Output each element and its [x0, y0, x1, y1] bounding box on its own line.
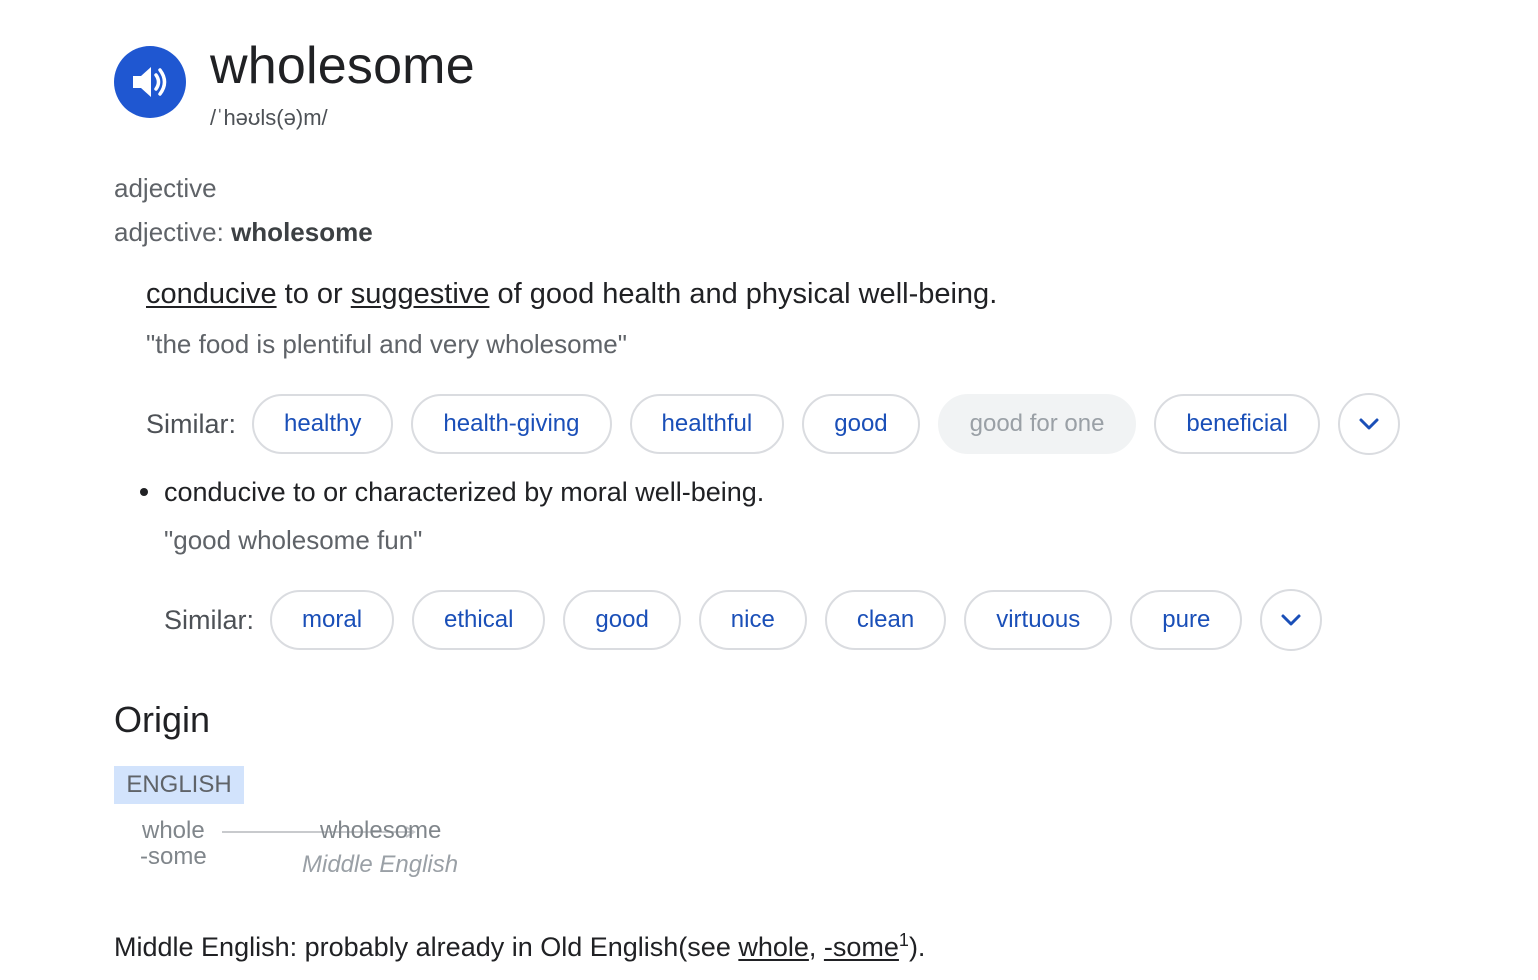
phonetic-transcription: /ˈhəʊls(ə)m/ [210, 105, 328, 130]
pos-line-word: wholesome [231, 217, 373, 247]
part-of-speech: adjective [114, 173, 217, 203]
similar-chip[interactable]: good [802, 394, 920, 454]
definition-link-suggestive[interactable]: suggestive [351, 278, 490, 310]
headword: wholesome [210, 37, 475, 95]
origin-note-text: Middle English: probably already in Old … [114, 932, 739, 962]
similar-chip[interactable]: moral [270, 590, 395, 650]
pos-line-prefix: adjective [114, 217, 217, 247]
chevron-down-icon [1280, 606, 1302, 634]
similar-label: Similar: [164, 604, 255, 635]
similar-chip[interactable]: clean [824, 590, 947, 650]
expand-similar-button[interactable] [1337, 393, 1400, 455]
pos-line-separator: : [216, 217, 232, 247]
similar-row-1: Similar: healthy health-giving healthful… [146, 392, 1418, 456]
origin-note-separator: , [808, 932, 824, 962]
example-2: "good wholesome fun" [164, 525, 423, 555]
similar-chip[interactable]: healthful [629, 394, 785, 454]
definition-link-conducive[interactable]: conducive [146, 278, 277, 310]
similar-chip[interactable]: healthy [252, 394, 394, 454]
similar-chip[interactable]: nice [698, 590, 807, 650]
origin-note-suffix: ). [908, 932, 926, 962]
definition-text: of good health and physical well-being. [489, 278, 998, 310]
link-whole[interactable]: whole [738, 932, 809, 962]
origin-note: Middle English: probably already in Old … [114, 922, 925, 965]
definition-1: conducive to or suggestive of good healt… [146, 276, 997, 312]
similar-chip[interactable]: good [563, 590, 681, 650]
etymology-diagram: whole -some wholesome Middle English [114, 814, 514, 894]
chevron-down-icon [1358, 410, 1380, 438]
definition-2: conducive to or characterized by moral w… [164, 477, 765, 507]
similar-chip[interactable]: ethical [412, 590, 546, 650]
definition-text: to or [276, 278, 351, 310]
example-1: "the food is plentiful and very wholesom… [146, 329, 627, 359]
expand-similar-button[interactable] [1260, 589, 1323, 651]
etymology-source: whole [142, 817, 205, 844]
etymology-source: -some [140, 843, 207, 870]
link-some[interactable]: -some [824, 932, 899, 962]
similar-row-2: Similar: moral ethical good nice clean v… [164, 588, 1340, 652]
similar-chip[interactable]: virtuous [964, 590, 1113, 650]
origin-heading: Origin [114, 699, 211, 740]
superscript: 1 [898, 930, 909, 950]
part-of-speech-line: adjective: wholesome [114, 216, 373, 248]
similar-chip[interactable]: beneficial [1154, 394, 1320, 454]
etymology-result: wholesome [320, 817, 442, 844]
pronunciation-audio-button[interactable] [114, 46, 186, 118]
origin-language-tag: ENGLISH [114, 766, 244, 804]
bullet [140, 488, 148, 496]
similar-chip[interactable]: pure [1130, 590, 1243, 650]
similar-chip-disabled: good for one [937, 394, 1137, 454]
etymology-result-language: Middle English [302, 851, 459, 878]
similar-chip[interactable]: health-giving [411, 394, 612, 454]
similar-label: Similar: [146, 408, 237, 439]
speaker-icon [131, 65, 169, 99]
